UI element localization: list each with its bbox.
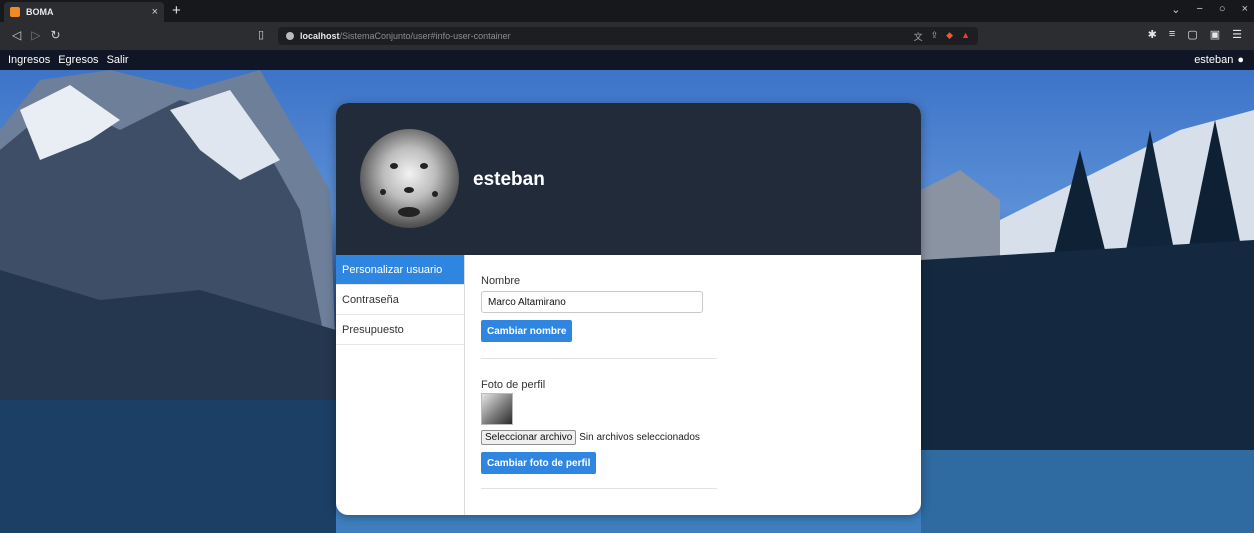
- profile-photo-thumbnail: [481, 393, 513, 425]
- url-host: localhost: [300, 31, 340, 41]
- reload-icon[interactable]: ↻: [50, 28, 60, 42]
- file-status: Sin archivos seleccionados: [579, 432, 700, 443]
- change-name-button[interactable]: Cambiar nombre: [481, 320, 573, 342]
- wallet-icon[interactable]: ▣: [1210, 28, 1220, 41]
- profile-header: esteban: [336, 103, 921, 255]
- profile-card: esteban Personalizar usuario Contraseña …: [336, 103, 921, 515]
- brave-shields-icon[interactable]: ◆: [946, 30, 953, 43]
- choose-file-button[interactable]: Seleccionar archivo: [481, 430, 577, 445]
- nav-link-salir[interactable]: Salir: [107, 54, 129, 66]
- menu-icon[interactable]: ☰: [1232, 28, 1242, 41]
- tab-close-icon[interactable]: ×: [152, 6, 158, 18]
- tab-search-icon[interactable]: ⌄: [1171, 3, 1180, 16]
- address-bar[interactable]: localhost/SistemaConjunto/user#info-user…: [278, 27, 978, 45]
- sidebar-icon[interactable]: ▢: [1187, 28, 1197, 41]
- nav-buttons: ◁ ▷ ↻: [12, 28, 61, 42]
- browser-tabbar: BOMA × + ⌄ − ○ ×: [0, 0, 1254, 22]
- avatar: [360, 129, 459, 228]
- nav-username: esteban: [1194, 54, 1234, 66]
- url-path: /SistemaConjunto/user#info-user-containe…: [339, 31, 511, 41]
- browser-toolbar: ◁ ▷ ↻ ▯ localhost/SistemaConjunto/user#i…: [0, 22, 1254, 50]
- toolbar-right-icons: ✱ ≡ ▢ ▣ ☰: [1148, 28, 1242, 41]
- nav-user-menu[interactable]: esteban ●: [1194, 54, 1244, 66]
- file-input: Seleccionar archivo Sin archivos selecci…: [481, 430, 700, 445]
- new-tab-button[interactable]: +: [172, 2, 181, 20]
- forward-icon[interactable]: ▷: [31, 28, 40, 42]
- nav-link-egresos[interactable]: Egresos: [58, 54, 98, 66]
- settings-content: Nombre Cambiar nombre Foto de perfil Sel…: [465, 255, 921, 515]
- tab-title: BOMA: [26, 7, 54, 17]
- name-label: Nombre: [481, 275, 521, 287]
- address-bar-icons: 文 ⇪ ◆ ▲: [914, 30, 970, 43]
- user-icon: ●: [1237, 54, 1244, 66]
- section-divider: [481, 358, 717, 359]
- sidebar-item-personalizar-usuario[interactable]: Personalizar usuario: [336, 255, 464, 285]
- section-divider: [481, 488, 717, 489]
- site-info-icon[interactable]: [286, 32, 294, 40]
- name-field[interactable]: [481, 291, 703, 313]
- sidebar-item-presupuesto[interactable]: Presupuesto: [336, 315, 464, 345]
- nav-link-ingresos[interactable]: Ingresos: [8, 54, 50, 66]
- browser-tab[interactable]: BOMA ×: [4, 2, 164, 22]
- profile-username: esteban: [473, 169, 545, 190]
- minimize-button[interactable]: −: [1196, 3, 1202, 16]
- site-favicon-icon: [10, 7, 20, 17]
- translate-icon[interactable]: 文: [914, 30, 923, 43]
- photo-label: Foto de perfil: [481, 379, 546, 391]
- profile-body: Personalizar usuario Contraseña Presupue…: [336, 255, 921, 515]
- maximize-button[interactable]: ○: [1219, 3, 1226, 16]
- app-nav-links: Ingresos Egresos Salir: [8, 54, 129, 66]
- brave-rewards-icon[interactable]: ▲: [961, 30, 970, 43]
- bookmark-icon[interactable]: ▯: [258, 28, 264, 41]
- extensions-icon[interactable]: ✱: [1148, 28, 1157, 41]
- back-icon[interactable]: ◁: [12, 28, 21, 42]
- share-icon[interactable]: ⇪: [931, 30, 939, 43]
- close-window-button[interactable]: ×: [1242, 3, 1248, 16]
- settings-sidebar: Personalizar usuario Contraseña Presupue…: [336, 255, 465, 515]
- app-navbar: Ingresos Egresos Salir esteban ●: [0, 50, 1254, 70]
- sidebar-item-contrasena[interactable]: Contraseña: [336, 285, 464, 315]
- playlist-icon[interactable]: ≡: [1169, 28, 1175, 41]
- change-photo-button[interactable]: Cambiar foto de perfil: [481, 452, 597, 474]
- window-controls: ⌄ − ○ ×: [1171, 3, 1248, 16]
